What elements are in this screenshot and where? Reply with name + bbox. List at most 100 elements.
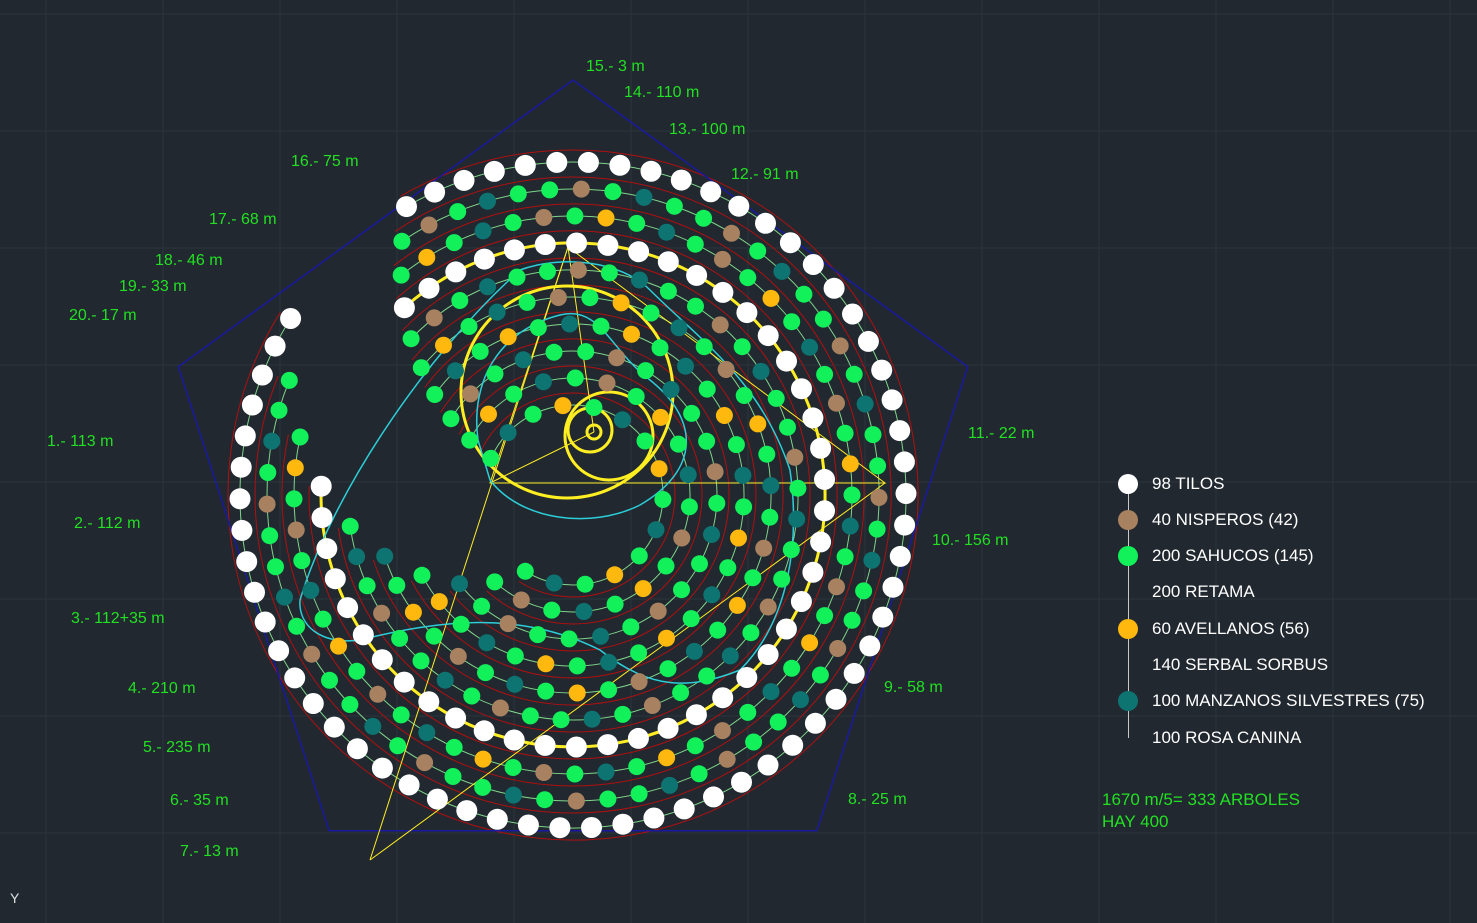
sahuco-marker <box>727 436 745 454</box>
manzano-marker <box>545 574 563 592</box>
nispero-marker <box>449 647 467 665</box>
tilo-marker <box>893 451 915 473</box>
tilo-marker <box>597 734 619 756</box>
green-circle-icon <box>1118 546 1138 566</box>
avellano-marker <box>762 289 780 307</box>
tilo-marker <box>418 277 440 299</box>
manzano-marker <box>561 315 579 333</box>
sahuco-marker <box>358 577 376 595</box>
legend-label: 100 ROSA CANINA <box>1152 728 1302 747</box>
manzano-marker <box>302 581 320 599</box>
sahuco-marker <box>291 428 309 446</box>
row-label-12: 12.- 91 m <box>731 166 799 183</box>
row-label-3: 3.- 112+35 m <box>71 610 165 627</box>
manzano-marker <box>364 717 382 735</box>
total-count-note: HAY 400 <box>1102 812 1169 831</box>
row-label-20: 20.- 17 m <box>69 307 137 324</box>
tilo-marker <box>673 798 695 820</box>
manzano-marker <box>446 362 464 380</box>
sahuco-marker <box>864 426 882 444</box>
sahuco-marker <box>686 235 704 253</box>
tilo-marker <box>804 712 826 734</box>
sahuco-marker <box>651 339 669 357</box>
tilo-marker <box>234 425 256 447</box>
sahuco-marker <box>482 449 500 467</box>
sahuco-marker <box>868 520 886 538</box>
manzano-marker <box>376 547 394 565</box>
sahuco-marker <box>628 214 646 232</box>
row-label-18: 18.- 46 m <box>155 252 223 269</box>
manzano-marker <box>658 223 676 241</box>
tilo-marker <box>703 786 724 808</box>
nispero-marker <box>258 495 276 513</box>
avellano-marker <box>634 580 652 598</box>
tilo-marker <box>546 151 568 173</box>
sahuco-marker <box>606 595 624 613</box>
sahuco-marker <box>392 706 410 724</box>
sahuco-marker <box>843 611 861 629</box>
manzano-marker <box>647 521 665 539</box>
sahuco-marker <box>486 365 504 383</box>
sahuco-marker <box>657 557 675 575</box>
manzano-marker <box>348 548 366 566</box>
sahuco-marker <box>843 486 861 504</box>
sahuco-marker <box>845 365 863 383</box>
tilo-marker <box>456 800 478 822</box>
manzano-marker <box>773 262 791 280</box>
row-label-19: 19.- 33 m <box>119 278 187 295</box>
manzano-marker <box>575 603 593 620</box>
planting-plan-drawing: 1.- 113 m 2.- 112 m 3.- 112+35 m 4.- 210… <box>0 0 1477 923</box>
legend-item-tilos: 98 TILOS <box>1112 470 1224 498</box>
sahuco-marker <box>504 214 522 231</box>
tilo-marker <box>657 251 679 273</box>
sahuco-marker <box>811 666 829 684</box>
teal-circle-icon <box>1118 691 1138 711</box>
manzano-marker <box>734 466 752 484</box>
manzano-marker <box>752 362 770 380</box>
manzano-marker <box>499 424 517 442</box>
construction-line <box>369 482 886 861</box>
sahuco-marker <box>614 705 632 723</box>
sahuco-marker <box>659 282 677 300</box>
no-marker-icon <box>1118 582 1138 602</box>
manzano-marker <box>276 588 293 606</box>
sahuco-marker <box>695 209 713 227</box>
manzano-marker <box>863 551 881 569</box>
row-label-2: 2.- 112 m <box>74 515 140 532</box>
tilo-marker <box>483 160 505 182</box>
sahuco-marker <box>779 418 796 436</box>
manzano-marker <box>703 526 720 543</box>
avellano-marker <box>554 397 572 415</box>
row-label-6: 6.- 35 m <box>170 792 229 809</box>
sahuco-marker <box>683 404 701 422</box>
tilo-marker <box>802 561 824 583</box>
sahuco-marker <box>816 607 834 625</box>
nispero-marker <box>643 697 661 714</box>
sahuco-marker <box>869 457 887 475</box>
sahuco-marker <box>425 627 443 645</box>
legend-item-rosa-canina: 100 ROSA CANINA <box>1112 724 1301 752</box>
tilo-marker <box>814 468 835 490</box>
tilo-marker <box>782 734 804 756</box>
tilo-marker <box>881 389 903 411</box>
tilo-marker <box>775 618 797 640</box>
tilo-marker <box>757 325 779 347</box>
row-label-5: 5.- 235 m <box>143 739 211 756</box>
tilo-marker <box>612 813 634 835</box>
tilo-marker <box>280 308 302 329</box>
tilo-marker <box>597 234 619 256</box>
tilo-marker <box>302 693 324 714</box>
sahuco-marker <box>518 293 536 311</box>
legend-item-nisperos: 40 NISPEROS (42) <box>1112 506 1298 534</box>
tilo-marker <box>398 774 420 796</box>
sahuco-marker <box>814 310 832 328</box>
tilo-marker <box>889 420 911 442</box>
tilo-marker <box>393 671 415 693</box>
tilo-marker <box>534 734 556 756</box>
legend-label: 40 NISPEROS (42) <box>1152 510 1299 529</box>
sahuco-marker <box>782 541 800 559</box>
sahuco-marker <box>749 242 767 260</box>
sahuco-marker <box>426 386 444 403</box>
tilo-marker <box>352 624 374 646</box>
manzano-marker <box>600 653 618 671</box>
